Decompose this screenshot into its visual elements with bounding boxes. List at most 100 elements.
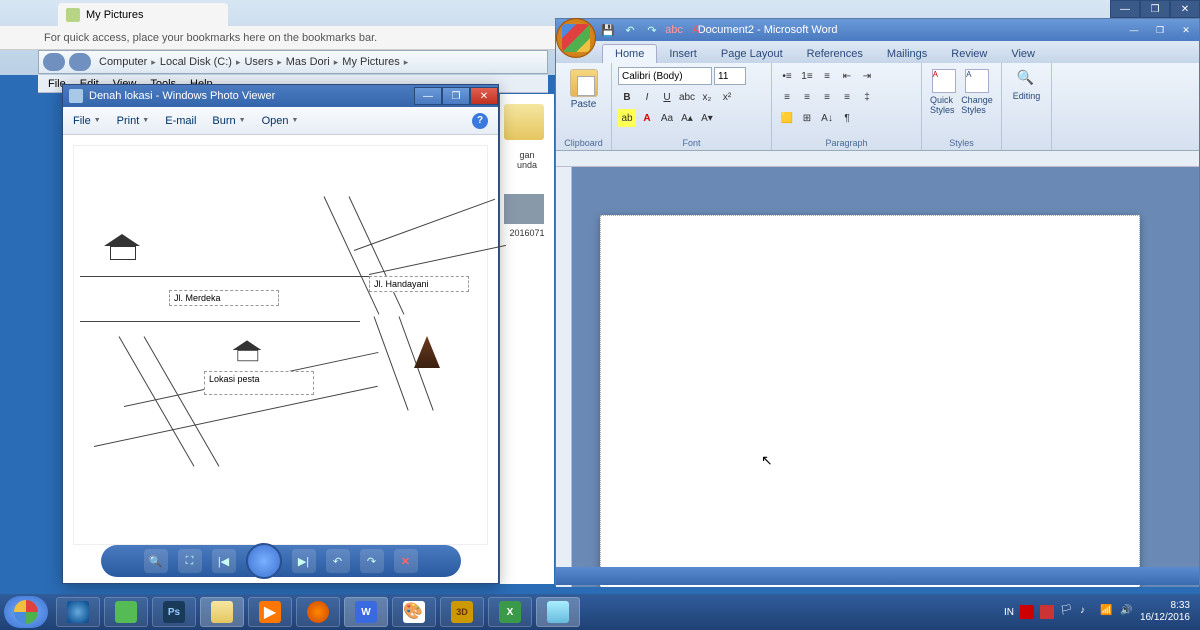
tab-review[interactable]: Review <box>939 45 999 63</box>
multilevel-button[interactable]: ≡ <box>818 67 836 85</box>
minimize-button[interactable]: — <box>1121 22 1147 38</box>
language-indicator[interactable]: IN <box>1004 607 1014 618</box>
task-explorer[interactable] <box>200 597 244 627</box>
save-icon[interactable]: 💾 <box>600 22 616 38</box>
breadcrumb[interactable]: Computer▸ Local Disk (C:)▸ Users▸ Mas Do… <box>99 56 408 68</box>
browser-tab[interactable]: My Pictures <box>58 3 228 27</box>
close-button[interactable]: ✕ <box>1173 22 1199 38</box>
tab-insert[interactable]: Insert <box>657 45 709 63</box>
task-photoshop[interactable]: Ps <box>152 597 196 627</box>
tray-icon[interactable] <box>1040 605 1054 619</box>
word-titlebar[interactable]: 💾 ↶ ↷ abc A Document2 - Microsoft Word —… <box>556 19 1199 41</box>
font-size-select[interactable]: 11 <box>714 67 746 85</box>
close-button[interactable]: ✕ <box>470 87 498 105</box>
redo-icon[interactable]: ↷ <box>644 22 660 38</box>
align-left-button[interactable]: ≡ <box>778 88 796 106</box>
help-icon[interactable]: ? <box>472 113 488 129</box>
pv-burn-menu[interactable]: Burn▼ <box>212 115 245 127</box>
tab-home[interactable]: Home <box>602 44 657 63</box>
document-area[interactable]: ↖ <box>556 167 1199 587</box>
bullets-button[interactable]: •≡ <box>778 67 796 85</box>
task-paint[interactable]: 🎨 <box>392 597 436 627</box>
delete-button[interactable]: ✕ <box>394 549 418 573</box>
borders-button[interactable]: ⊞ <box>798 109 816 127</box>
font-name-select[interactable]: Calibri (Body) <box>618 67 712 85</box>
align-center-button[interactable]: ≡ <box>798 88 816 106</box>
crumb[interactable]: Mas Dori <box>286 56 330 68</box>
shrink-font-button[interactable]: A▾ <box>698 109 716 127</box>
word-statusbar[interactable] <box>556 567 1199 585</box>
editing-button[interactable]: 🔍 Editing <box>1008 67 1045 103</box>
fit-button[interactable]: ⛶ <box>178 549 202 573</box>
crumb[interactable]: My Pictures <box>342 56 399 68</box>
undo-icon[interactable]: ↶ <box>622 22 638 38</box>
shading-button[interactable]: 🟨 <box>778 109 796 127</box>
line-spacing-button[interactable]: ‡ <box>858 88 876 106</box>
rotate-right-button[interactable]: ↷ <box>360 549 384 573</box>
numbering-button[interactable]: 1≡ <box>798 67 816 85</box>
photo-thumbnail[interactable] <box>504 194 544 224</box>
task-app1[interactable] <box>104 597 148 627</box>
restore-button[interactable]: ❐ <box>1147 22 1173 38</box>
italic-button[interactable]: I <box>638 88 656 106</box>
task-word[interactable]: W <box>344 597 388 627</box>
show-marks-button[interactable]: ¶ <box>838 109 856 127</box>
zoom-button[interactable]: 🔍 <box>144 549 168 573</box>
spellcheck-icon[interactable]: abc <box>666 22 682 38</box>
task-3d[interactable]: 3D <box>440 597 484 627</box>
task-photoviewer[interactable] <box>536 597 580 627</box>
next-button[interactable]: ▶| <box>292 549 316 573</box>
task-media[interactable]: ▶ <box>248 597 292 627</box>
pv-file-menu[interactable]: File▼ <box>73 115 101 127</box>
folder-thumbnail[interactable] <box>504 104 544 140</box>
tab-view[interactable]: View <box>999 45 1047 63</box>
action-center-icon[interactable]: 🏳 <box>1060 605 1074 619</box>
minimize-button[interactable]: — <box>414 87 442 105</box>
maximize-button[interactable]: ❐ <box>1140 0 1170 18</box>
forward-button[interactable] <box>69 53 91 71</box>
sort-button[interactable]: A↓ <box>818 109 836 127</box>
horizontal-ruler[interactable] <box>556 151 1199 167</box>
tab-mailings[interactable]: Mailings <box>875 45 939 63</box>
vertical-ruler[interactable] <box>556 167 572 587</box>
office-button[interactable] <box>556 18 596 58</box>
change-case-button[interactable]: Aa <box>658 109 676 127</box>
task-excel[interactable]: X <box>488 597 532 627</box>
rotate-left-button[interactable]: ↶ <box>326 549 350 573</box>
indent-left-button[interactable]: ⇤ <box>838 67 856 85</box>
crumb[interactable]: Computer <box>99 56 147 68</box>
bold-button[interactable]: B <box>618 88 636 106</box>
paste-button[interactable]: Paste <box>562 67 605 112</box>
strike-button[interactable]: abc <box>678 88 696 106</box>
font-color-button[interactable]: A <box>638 109 656 127</box>
task-firefox[interactable] <box>296 597 340 627</box>
highlight-button[interactable]: ab <box>618 109 636 127</box>
subscript-button[interactable]: x₂ <box>698 88 716 106</box>
pv-print-menu[interactable]: Print▼ <box>117 115 150 127</box>
superscript-button[interactable]: x² <box>718 88 736 106</box>
explorer-address-bar[interactable]: Computer▸ Local Disk (C:)▸ Users▸ Mas Do… <box>38 50 548 74</box>
change-styles-button[interactable]: A Change Styles <box>959 67 995 117</box>
justify-button[interactable]: ≡ <box>838 88 856 106</box>
grow-font-button[interactable]: A▴ <box>678 109 696 127</box>
align-right-button[interactable]: ≡ <box>818 88 836 106</box>
start-button[interactable] <box>4 596 48 628</box>
pv-email-button[interactable]: E-mail <box>165 115 196 127</box>
font-color-icon[interactable]: A <box>688 22 704 38</box>
slideshow-button[interactable] <box>246 543 282 579</box>
tray-icon[interactable]: ♪ <box>1080 605 1094 619</box>
task-ie[interactable] <box>56 597 100 627</box>
crumb[interactable]: Local Disk (C:) <box>160 56 232 68</box>
tab-references[interactable]: References <box>795 45 875 63</box>
pv-titlebar[interactable]: Denah lokasi - Windows Photo Viewer — ❐ … <box>63 85 498 107</box>
tray-icon[interactable] <box>1020 605 1034 619</box>
tab-page-layout[interactable]: Page Layout <box>709 45 795 63</box>
network-icon[interactable]: 📶 <box>1100 605 1114 619</box>
close-button[interactable]: ✕ <box>1170 0 1200 18</box>
quick-styles-button[interactable]: A Quick Styles <box>928 67 959 117</box>
back-button[interactable] <box>43 53 65 71</box>
minimize-button[interactable]: — <box>1110 0 1140 18</box>
pv-open-menu[interactable]: Open▼ <box>262 115 299 127</box>
page[interactable]: ↖ <box>600 215 1140 587</box>
crumb[interactable]: Users <box>244 56 273 68</box>
